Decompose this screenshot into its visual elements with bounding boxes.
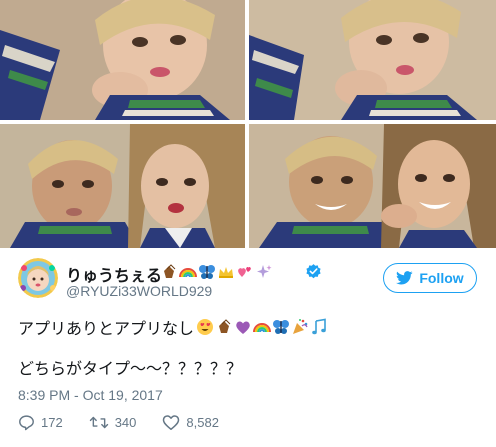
tweet-timestamp[interactable]: 8:39 PM - Oct 19, 2017: [18, 387, 163, 403]
heart-icon: [163, 414, 180, 430]
tweet-actions: 172 340 8,582: [18, 410, 245, 434]
tweet-photo-2[interactable]: [249, 0, 496, 120]
photo-2-image: [249, 0, 496, 120]
reply-icon: [19, 414, 34, 430]
purple-heart-icon: [236, 321, 250, 334]
butterfly-icon: [273, 320, 290, 334]
tweet-photo-3[interactable]: [0, 124, 245, 248]
tweet-text-line-1: アプリありとアプリなし: [18, 316, 328, 338]
tweet-text-line-2: どちらがタイプ〜〜？？？？？: [18, 356, 242, 378]
follow-button-label: Follow: [419, 270, 464, 286]
verified-badge-icon: [306, 264, 321, 279]
tweet-line-1-emojis: [196, 318, 328, 336]
photo-4-image: [249, 124, 496, 248]
clapping-hands-icon: [164, 264, 176, 278]
avatar-image: [18, 258, 58, 298]
twitter-bird-icon: [396, 271, 413, 285]
musical-notes-icon: [312, 318, 326, 335]
photo-1-image: [0, 0, 245, 120]
heart-eyes-icon: [197, 319, 214, 335]
tweet-text-line-2-text: どちらがタイプ〜〜？？？？？: [18, 361, 243, 378]
clapping-hands-icon: [219, 319, 231, 333]
author-screen-name[interactable]: @RYUZi33WORLD929: [66, 283, 212, 299]
retweet-count: 340: [114, 414, 137, 430]
tweet-text-line-1-text: アプリありとアプリなし: [18, 321, 195, 338]
sparkles-icon: [257, 265, 272, 278]
photo-3-image: [0, 124, 245, 248]
reply-action[interactable]: 172: [18, 414, 63, 431]
reply-count: 172: [41, 414, 63, 430]
author-name-emojis: [160, 261, 273, 283]
rainbow-icon: [253, 323, 272, 333]
tweet-photo-1[interactable]: [0, 0, 245, 120]
butterfly-icon: [199, 265, 215, 279]
hearts-icon: [238, 267, 251, 277]
retweet-action[interactable]: 340: [89, 414, 137, 431]
tweet-photo-4[interactable]: [249, 124, 496, 248]
retweet-icon: [89, 416, 108, 428]
like-action[interactable]: 8,582: [162, 414, 219, 431]
rainbow-icon: [179, 268, 197, 278]
tweet-photo-grid: [0, 0, 496, 248]
like-count: 8,582: [186, 414, 219, 430]
party-popper-icon: [293, 319, 308, 334]
author-avatar[interactable]: [18, 258, 58, 298]
follow-button[interactable]: Follow: [383, 263, 477, 293]
crown-icon: [219, 267, 233, 278]
